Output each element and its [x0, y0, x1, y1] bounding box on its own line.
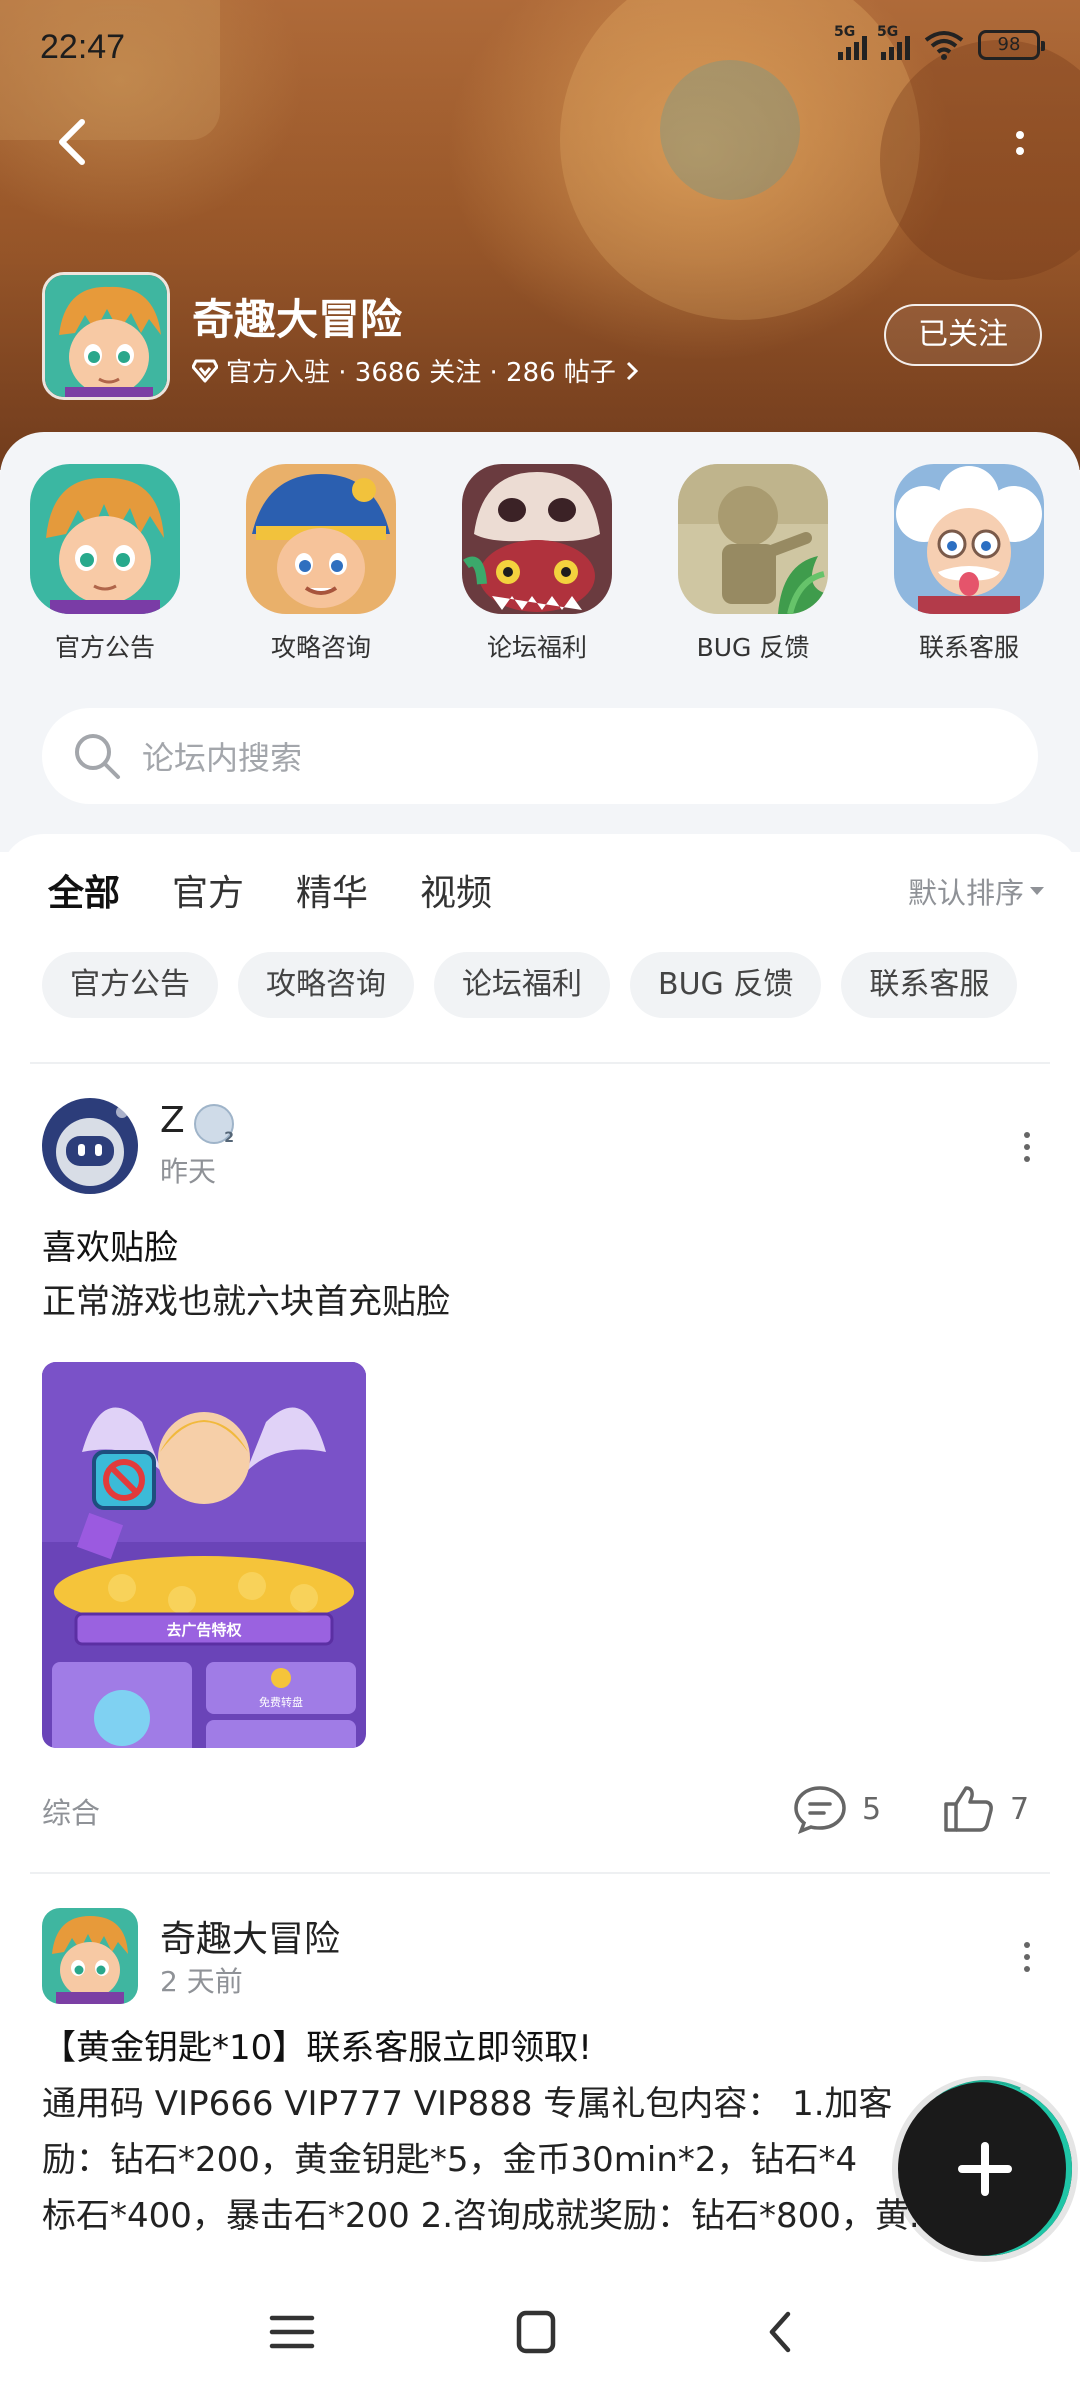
signal-icon: 5G [834, 24, 867, 60]
post-body: 通用码 VIP666 VIP777 VIP888 专属礼包内容： 1.加客 励：… [42, 2076, 941, 2244]
chip-customer-service[interactable]: 联系客服 [841, 952, 1018, 1018]
post-image[interactable]: 去广告特权 免费转盘 [42, 1362, 366, 1748]
divider [30, 1062, 1050, 1064]
network-type-label: 5G [877, 24, 899, 40]
wifi-icon [924, 31, 964, 60]
post-card[interactable]: 奇趣大冒险 2 天前 【黄金钥匙*10】联系客服立即领取! 通用码 VIP666… [42, 1908, 1042, 2264]
level-badge-icon [194, 1104, 234, 1146]
chip-bug-feedback[interactable]: BUG 反馈 [630, 952, 822, 1018]
network-type-label: 5G [834, 24, 856, 40]
post-body-line: 通用码 VIP666 VIP777 VIP888 专属礼包内容： 1.加客 [42, 2084, 893, 2124]
category-label: 论坛福利 [486, 633, 587, 662]
category-item-customer-service[interactable]: 联系客服 [894, 464, 1044, 664]
post-time: 昨天 [160, 1155, 217, 1188]
post-author[interactable]: 奇趣大冒险 [160, 1910, 340, 1962]
home-square-icon[interactable] [506, 2308, 566, 2356]
post-footer: 综合 5 7 [42, 1784, 1042, 1834]
chip-welfare[interactable]: 论坛福利 [434, 952, 610, 1018]
avatar[interactable] [42, 1908, 138, 2004]
category-label: BUG 反馈 [696, 633, 810, 662]
search-icon [75, 734, 120, 779]
category-label: 攻略咨询 [270, 633, 371, 662]
image-caption: 去广告特权 [166, 1621, 242, 1639]
status-time: 22:47 [40, 28, 126, 66]
app-name: 奇趣大冒险 [192, 295, 403, 344]
search-input[interactable]: 论坛内搜索 [42, 708, 1038, 804]
category-item-welfare[interactable]: 论坛福利 [462, 464, 612, 664]
post-card[interactable]: Z 昨天 喜欢贴脸 正常游戏也就六块首充贴脸 去广告特权 [42, 1098, 1042, 1834]
tab-video[interactable]: 视频 [420, 864, 492, 916]
comment-icon [794, 1786, 846, 1834]
thumbs-up-icon [944, 1786, 993, 1832]
hero-boy-icon [45, 275, 167, 397]
post-title: 喜欢贴脸 [42, 1228, 178, 1268]
hero-boy-icon [30, 464, 180, 614]
header-banner: 22:47 5G 5G 98 奇趣大冒险 官方入驻 · 3686 关注 · 28… [0, 0, 1080, 470]
category-label: 官方公告 [54, 633, 155, 662]
post-title: 【黄金钥匙*10】联系客服立即领取! [42, 2028, 592, 2068]
post-more-button[interactable] [1024, 1132, 1030, 1162]
like-button[interactable]: 7 [942, 1784, 1029, 1834]
comment-button[interactable]: 5 [792, 1784, 881, 1834]
category-chips: 官方公告 攻略咨询 论坛福利 BUG 反馈 联系客服 [42, 952, 1018, 1018]
sort-label: 默认排序 [907, 876, 1024, 910]
divider [30, 1872, 1050, 1874]
tab-featured[interactable]: 精华 [296, 864, 368, 916]
post-body: 正常游戏也就六块首充贴脸 [42, 1282, 450, 1322]
category-item-guides[interactable]: 攻略咨询 [246, 464, 396, 664]
app-meta-text: 官方入驻 · 3686 关注 · 286 帖子 [226, 358, 616, 388]
post-time: 2 天前 [160, 1965, 243, 1998]
status-icons: 5G 5G 98 [834, 24, 1045, 60]
avatar[interactable] [42, 1098, 138, 1194]
feed-tabs: 全部 官方 精华 视频 [48, 864, 492, 918]
chip-guides[interactable]: 攻略咨询 [238, 952, 414, 1018]
new-post-button[interactable] [898, 2082, 1072, 2256]
pirate-captain-icon [246, 464, 396, 614]
category-item-announcements[interactable]: 官方公告 [30, 464, 180, 664]
system-nav-bar [0, 2264, 1080, 2401]
chevron-right-icon [626, 361, 639, 380]
hero-boy-icon [42, 1908, 138, 2004]
back-icon[interactable] [752, 2308, 812, 2356]
category-label: 联系客服 [918, 633, 1019, 662]
statue-icon [678, 464, 828, 614]
category-item-bug-feedback[interactable]: BUG 反馈 [678, 464, 828, 664]
menu-icon[interactable] [262, 2308, 322, 2356]
skull-monster-icon [462, 464, 612, 614]
tab-official[interactable]: 官方 [172, 864, 244, 916]
back-arrow-icon[interactable] [44, 112, 104, 172]
post-more-button[interactable] [1024, 1942, 1030, 1972]
post-body-line: 标石*400，暴击石*200 2.咨询成就奖励：钻石*800，黄... [42, 2196, 942, 2236]
app-meta[interactable]: 官方入驻 · 3686 关注 · 286 帖子 [192, 352, 640, 389]
more-options-button[interactable] [1000, 118, 1040, 168]
post-body-line: 励：钻石*200，黄金钥匙*5，金币30min*2，钻石*4 [42, 2140, 858, 2180]
tab-all[interactable]: 全部 [48, 864, 120, 918]
app-avatar[interactable] [42, 272, 170, 400]
follow-button[interactable]: 已关注 [884, 304, 1042, 366]
category-panel: 官方公告 攻略咨询 论坛福利 BUG 反馈 联系客服 论坛内搜索 [0, 432, 1080, 852]
signal-icon: 5G [877, 24, 910, 60]
comment-count: 5 [862, 1791, 882, 1827]
chip-announcements[interactable]: 官方公告 [42, 952, 218, 1018]
caret-down-icon [1030, 887, 1044, 895]
post-feed: 全部 官方 精华 视频 默认排序 官方公告 攻略咨询 论坛福利 BUG 反馈 联… [0, 834, 1080, 2264]
status-bar: 22:47 5G 5G 98 [0, 0, 1080, 96]
post-author[interactable]: Z [160, 1100, 185, 1141]
post-tag[interactable]: 综合 [42, 1790, 100, 1832]
sort-dropdown[interactable]: 默认排序 [908, 870, 1044, 912]
battery-icon: 98 [978, 30, 1045, 60]
category-list: 官方公告 攻略咨询 论坛福利 BUG 反馈 联系客服 [30, 464, 1080, 664]
image-button-label: 免费转盘 [259, 1695, 303, 1709]
old-scientist-icon [894, 464, 1044, 614]
diamond-verified-icon [192, 359, 218, 382]
game-screenshot-image: 去广告特权 免费转盘 [42, 1362, 366, 1748]
app-info: 奇趣大冒险 官方入驻 · 3686 关注 · 286 帖子 已关注 [42, 272, 1042, 402]
search-placeholder: 论坛内搜索 [142, 739, 303, 777]
like-count: 7 [1010, 1791, 1030, 1827]
robot-avatar-icon [42, 1098, 138, 1194]
